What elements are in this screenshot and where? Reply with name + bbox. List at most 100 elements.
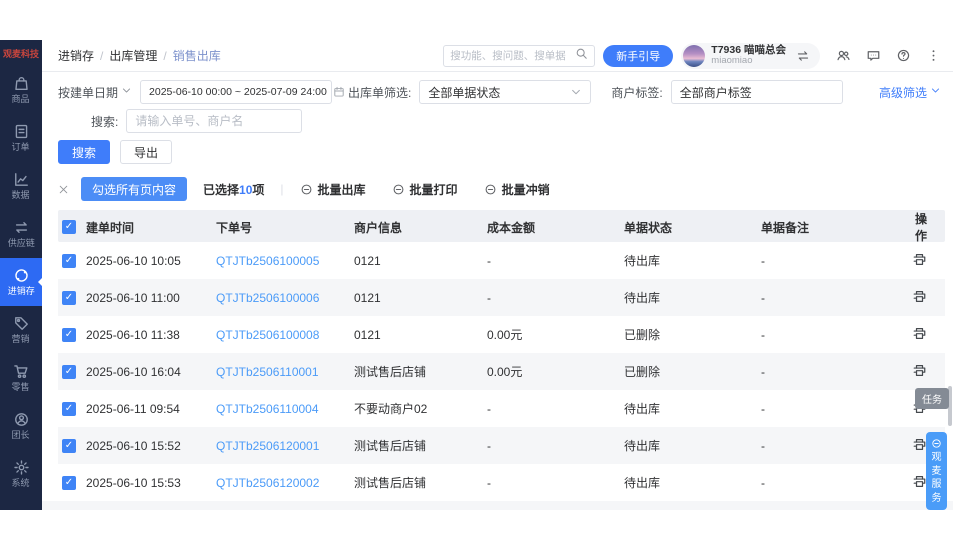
sidebar-item-data[interactable]: 数据 xyxy=(0,162,42,210)
breadcrumb-separator: / xyxy=(163,49,166,63)
breadcrumb-item[interactable]: 进销存 xyxy=(58,47,94,64)
table-row: ✓2025-06-11 09:54QTJTb2506110004不要动商户02-… xyxy=(58,390,945,427)
sidebar-item-leader[interactable]: 团长 xyxy=(0,402,42,450)
breadcrumb-item[interactable]: 出库管理 xyxy=(109,47,157,64)
export-button[interactable]: 导出 xyxy=(120,140,172,164)
search-icon[interactable] xyxy=(575,47,588,65)
cell-operations xyxy=(906,252,945,270)
gear-icon xyxy=(13,459,30,476)
col-header: 单据状态 xyxy=(624,219,761,236)
sidebar-item-label: 进销存 xyxy=(7,287,34,296)
keyword-input[interactable] xyxy=(135,114,293,128)
print-icon[interactable] xyxy=(912,474,927,489)
cell-time: 2025-06-10 15:52 xyxy=(86,439,216,453)
sidebar-item-system[interactable]: 系统 xyxy=(0,450,42,498)
batch-action-label: 批量打印 xyxy=(410,181,458,198)
print-icon[interactable] xyxy=(912,437,927,452)
sidebar-item-label: 供应链 xyxy=(7,239,34,248)
batch-action-2[interactable]: 批量冲销 xyxy=(484,181,550,198)
search-button[interactable]: 搜索 xyxy=(58,140,110,164)
help-icon[interactable] xyxy=(896,48,911,63)
table-row: ✓2025-06-10 11:00QTJTb25061000060121-待出库… xyxy=(58,279,945,316)
user-subtitle: miaomiao xyxy=(711,56,786,67)
cell-cost: 0.00元 xyxy=(487,363,624,380)
cell-cost: - xyxy=(487,402,624,416)
table-row: ✓2025-06-10 10:05QTJTb25061000050121-待出库… xyxy=(58,242,945,279)
sidebar-item-marketing[interactable]: 营销 xyxy=(0,306,42,354)
global-search-input[interactable] xyxy=(450,50,571,62)
row-checkbox[interactable]: ✓ xyxy=(62,365,76,379)
guide-button[interactable]: 新手引导 xyxy=(603,45,673,67)
cell-order-link[interactable]: QTJTb2506120002 xyxy=(216,476,354,490)
chat-icon[interactable] xyxy=(866,48,881,63)
status-select[interactable]: 全部单据状态 xyxy=(419,80,591,104)
table-footer-strip xyxy=(42,501,953,510)
divider: | xyxy=(280,182,283,196)
print-icon[interactable] xyxy=(912,252,927,267)
topbar: 进销存 / 出库管理 / 销售出库 新手引导 T7936 喵喵总会 miaomi… xyxy=(42,40,953,72)
user-menu[interactable]: T7936 喵喵总会 miaomiao xyxy=(681,43,820,69)
cell-status: 待出库 xyxy=(624,437,761,454)
date-type-dropdown[interactable]: 按建单日期 xyxy=(58,84,132,101)
col-header: 建单时间 xyxy=(86,219,216,236)
breadcrumb-separator: / xyxy=(100,49,103,63)
batch-action-label: 批量出库 xyxy=(318,181,366,198)
row-checkbox[interactable]: ✓ xyxy=(62,402,76,416)
row-checkbox[interactable]: ✓ xyxy=(62,291,76,305)
service-float-tab[interactable]: 观麦服务 xyxy=(926,432,947,510)
cell-merchant: 0121 xyxy=(354,254,487,268)
people-icon[interactable] xyxy=(836,48,851,63)
batch-action-0[interactable]: 批量出库 xyxy=(300,181,366,198)
keyword-field xyxy=(126,109,302,133)
avatar[interactable] xyxy=(683,45,705,67)
sidebar-item-supply[interactable]: 供应链 xyxy=(0,210,42,258)
keyword-label: 搜索: xyxy=(91,113,118,130)
sidebar-item-label: 订单 xyxy=(12,143,30,152)
date-range-field[interactable]: 2025-06-10 00:00 ~ 2025-07-09 24:00 xyxy=(140,80,332,104)
cell-status: 待出库 xyxy=(624,252,761,269)
select-all-checkbox[interactable]: ✓ xyxy=(62,220,76,234)
sidebar-item-orders[interactable]: 订单 xyxy=(0,114,42,162)
date-range-value: 2025-06-10 00:00 ~ 2025-07-09 24:00 xyxy=(149,86,327,98)
sidebar-item-retail[interactable]: 零售 xyxy=(0,354,42,402)
close-icon[interactable] xyxy=(58,184,69,195)
sidebar-item-goods[interactable]: 商品 xyxy=(0,66,42,114)
cell-order-link[interactable]: QTJTb2506120001 xyxy=(216,439,354,453)
sidebar-item-label: 系统 xyxy=(12,479,30,488)
print-icon[interactable] xyxy=(912,363,927,378)
cell-order-link[interactable]: QTJTb2506100005 xyxy=(216,254,354,268)
service-tab-char: 服 xyxy=(932,479,942,491)
cell-order-link[interactable]: QTJTb2506110004 xyxy=(216,402,354,416)
row-checkbox[interactable]: ✓ xyxy=(62,328,76,342)
cell-order-link[interactable]: QTJTb2506100008 xyxy=(216,328,354,342)
status-select-value: 全部单据状态 xyxy=(428,84,500,101)
chevron-down-icon xyxy=(121,85,132,99)
batch-action-1[interactable]: 批量打印 xyxy=(392,181,458,198)
tag-select[interactable]: 全部商户标签 xyxy=(671,80,843,104)
print-icon[interactable] xyxy=(912,289,927,304)
row-checkbox[interactable]: ✓ xyxy=(62,439,76,453)
tag-select-value: 全部商户标签 xyxy=(680,84,752,101)
cell-time: 2025-06-10 15:53 xyxy=(86,476,216,490)
sidebar-item-inventory[interactable]: 进销存 xyxy=(0,258,42,306)
print-icon[interactable] xyxy=(912,326,927,341)
task-float-tab[interactable]: 任务 xyxy=(915,388,949,409)
main-area: 进销存 / 出库管理 / 销售出库 新手引导 T7936 喵喵总会 miaomi… xyxy=(42,40,953,510)
col-header: 操作 xyxy=(906,210,945,244)
cell-order-link[interactable]: QTJTb2506110001 xyxy=(216,365,354,379)
cell-cost: - xyxy=(487,439,624,453)
cell-operations xyxy=(906,289,945,307)
advanced-filter-link[interactable]: 高级筛选 xyxy=(879,84,941,101)
bag-icon xyxy=(13,75,30,92)
row-checkbox[interactable]: ✓ xyxy=(62,254,76,268)
row-checkbox[interactable]: ✓ xyxy=(62,476,76,490)
global-search[interactable] xyxy=(443,45,595,67)
more-icon[interactable] xyxy=(926,48,941,63)
cell-order-link[interactable]: QTJTb2506100006 xyxy=(216,291,354,305)
cell-remark: - xyxy=(761,254,906,268)
content: 按建单日期 2025-06-10 00:00 ~ 2025-07-09 24:0… xyxy=(42,72,953,510)
switch-account-icon[interactable] xyxy=(796,49,810,63)
cell-status: 已删除 xyxy=(624,326,761,343)
select-all-pages-button[interactable]: 勾选所有页内容 xyxy=(81,177,187,201)
cell-remark: - xyxy=(761,328,906,342)
